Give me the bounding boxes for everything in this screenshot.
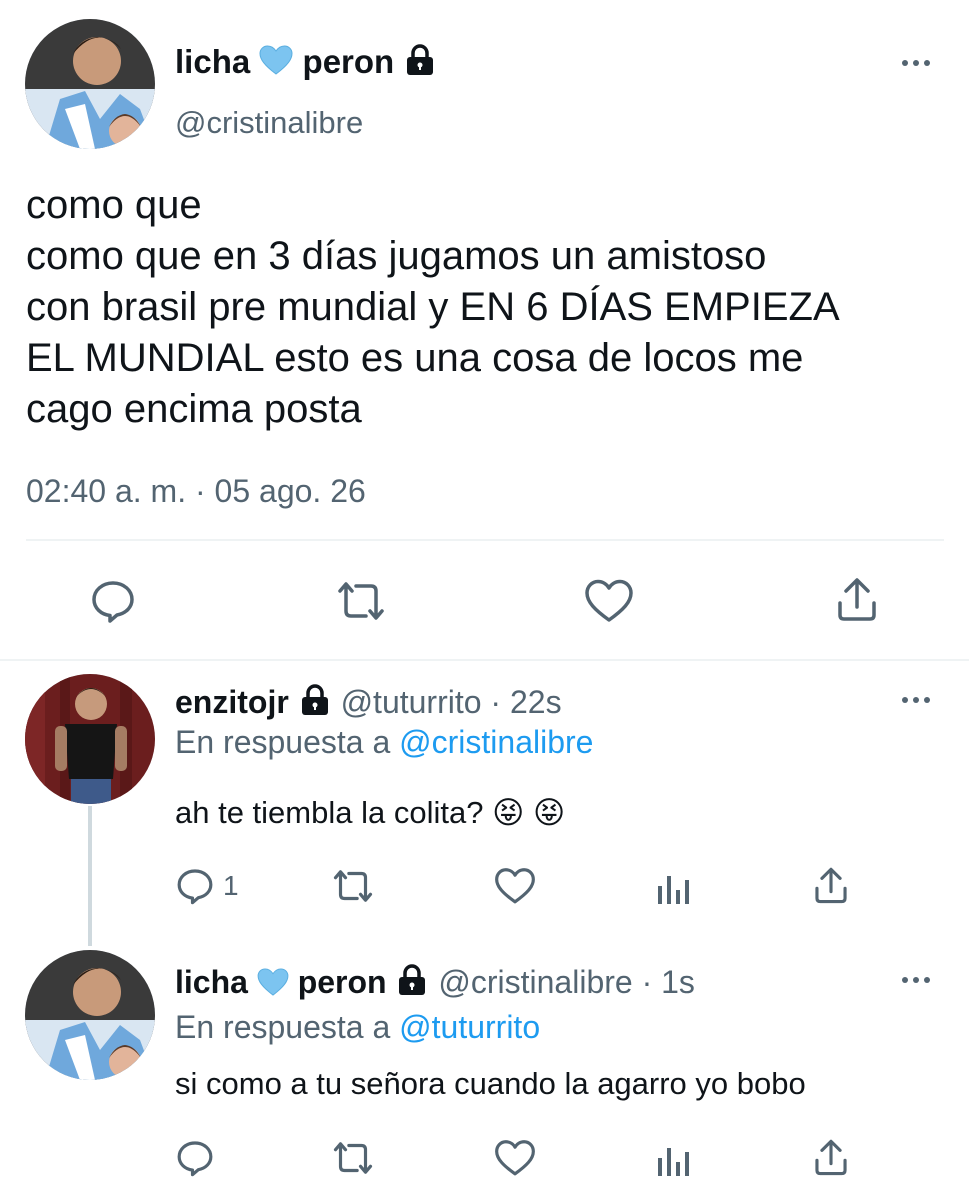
divider xyxy=(26,539,944,541)
retweet-icon[interactable] xyxy=(328,866,378,906)
share-icon[interactable] xyxy=(812,1137,850,1177)
blue-heart-icon xyxy=(259,44,293,84)
analytics-icon[interactable] xyxy=(656,1138,692,1178)
main-author-line: licha peron xyxy=(175,42,437,86)
main-avatar[interactable] xyxy=(25,19,155,149)
tongue-emoji-icon: 😝 xyxy=(533,795,566,831)
reply2-reply-to-link[interactable]: @tuturrito xyxy=(399,1009,540,1045)
main-display-name-part2[interactable]: peron xyxy=(303,43,395,80)
reply2-more-button[interactable] xyxy=(896,970,936,990)
reply2-handle[interactable]: @cristinalibre xyxy=(438,964,632,1000)
main-tweet-text: como que como que en 3 días jugamos un a… xyxy=(26,180,840,435)
tongue-emoji-icon: 😝 xyxy=(492,795,525,831)
reply1-text-row: ah te tiembla la colita? 😝 😝 xyxy=(175,793,565,833)
reply1-header: enzitojr @tuturrito · 22s xyxy=(175,682,562,726)
reply1-text: ah te tiembla la colita? xyxy=(175,795,484,830)
retweet-icon[interactable] xyxy=(328,1138,378,1178)
main-more-button[interactable] xyxy=(896,53,936,73)
thread-line xyxy=(88,806,92,946)
reply1-display-name[interactable]: enzitojr xyxy=(175,684,289,720)
divider xyxy=(0,659,969,661)
reply2-display-name-part1[interactable]: licha xyxy=(175,964,248,1000)
reply2-reply-prefix: En respuesta a xyxy=(175,1009,391,1045)
tweet-text-line: como que en 3 días jugamos un amistoso xyxy=(26,234,767,278)
reply1-separator: · xyxy=(490,684,502,720)
reply2-header: licha peron @cristinalibre · 1s xyxy=(175,962,695,1006)
blue-heart-icon xyxy=(257,965,289,1005)
like-icon[interactable] xyxy=(494,1138,536,1178)
reply2-avatar[interactable] xyxy=(25,950,155,1080)
main-timestamp[interactable]: 02:40 a. m. · 05 ago. 26 xyxy=(26,472,366,510)
lock-icon xyxy=(298,683,332,726)
tweet-text-line: cago encima posta xyxy=(26,387,362,431)
reply1-context: En respuesta a @cristinalibre xyxy=(175,722,593,762)
tweet-text-line: como que xyxy=(26,183,202,227)
reply2-time[interactable]: 1s xyxy=(661,964,695,1000)
share-icon[interactable] xyxy=(812,865,850,905)
main-display-name-part1[interactable]: licha xyxy=(175,43,250,80)
reply1-reply-to-link[interactable]: @cristinalibre xyxy=(399,724,593,760)
dot xyxy=(924,697,930,703)
analytics-icon[interactable] xyxy=(656,866,692,906)
dot xyxy=(924,60,930,66)
reply2-display-name-part2[interactable]: peron xyxy=(298,964,387,1000)
reply1-reply-prefix: En respuesta a xyxy=(175,724,391,760)
dot xyxy=(913,977,919,983)
main-handle[interactable]: @cristinalibre xyxy=(175,104,363,142)
dot xyxy=(902,60,908,66)
reply-icon[interactable] xyxy=(175,1138,215,1178)
reply-icon xyxy=(177,869,213,905)
reply2-context: En respuesta a @tuturrito xyxy=(175,1007,540,1047)
reply-icon[interactable] xyxy=(89,577,137,625)
lock-icon xyxy=(395,963,429,1006)
dot xyxy=(913,60,919,66)
retweet-icon[interactable] xyxy=(332,577,390,625)
tweet-text-line: con brasil pre mundial y EN 6 DÍAS EMPIE… xyxy=(26,285,840,329)
reply1-avatar[interactable] xyxy=(25,674,155,804)
like-icon[interactable] xyxy=(494,866,536,906)
lock-icon xyxy=(403,43,437,86)
tweet-text-line: EL MUNDIAL esto es una cosa de locos me xyxy=(26,336,804,380)
reply-button[interactable]: 1 xyxy=(175,866,239,906)
dot xyxy=(924,977,930,983)
share-icon[interactable] xyxy=(834,575,880,623)
reply1-more-button[interactable] xyxy=(896,690,936,710)
reply-count: 1 xyxy=(223,870,239,901)
reply2-text: si como a tu señora cuando la agarro yo … xyxy=(175,1066,806,1101)
reply1-time[interactable]: 22s xyxy=(510,684,562,720)
dot xyxy=(902,697,908,703)
reply1-handle[interactable]: @tuturrito xyxy=(341,684,482,720)
like-icon[interactable] xyxy=(584,577,634,625)
dot xyxy=(902,977,908,983)
dot xyxy=(913,697,919,703)
reply2-separator: · xyxy=(641,964,653,1000)
